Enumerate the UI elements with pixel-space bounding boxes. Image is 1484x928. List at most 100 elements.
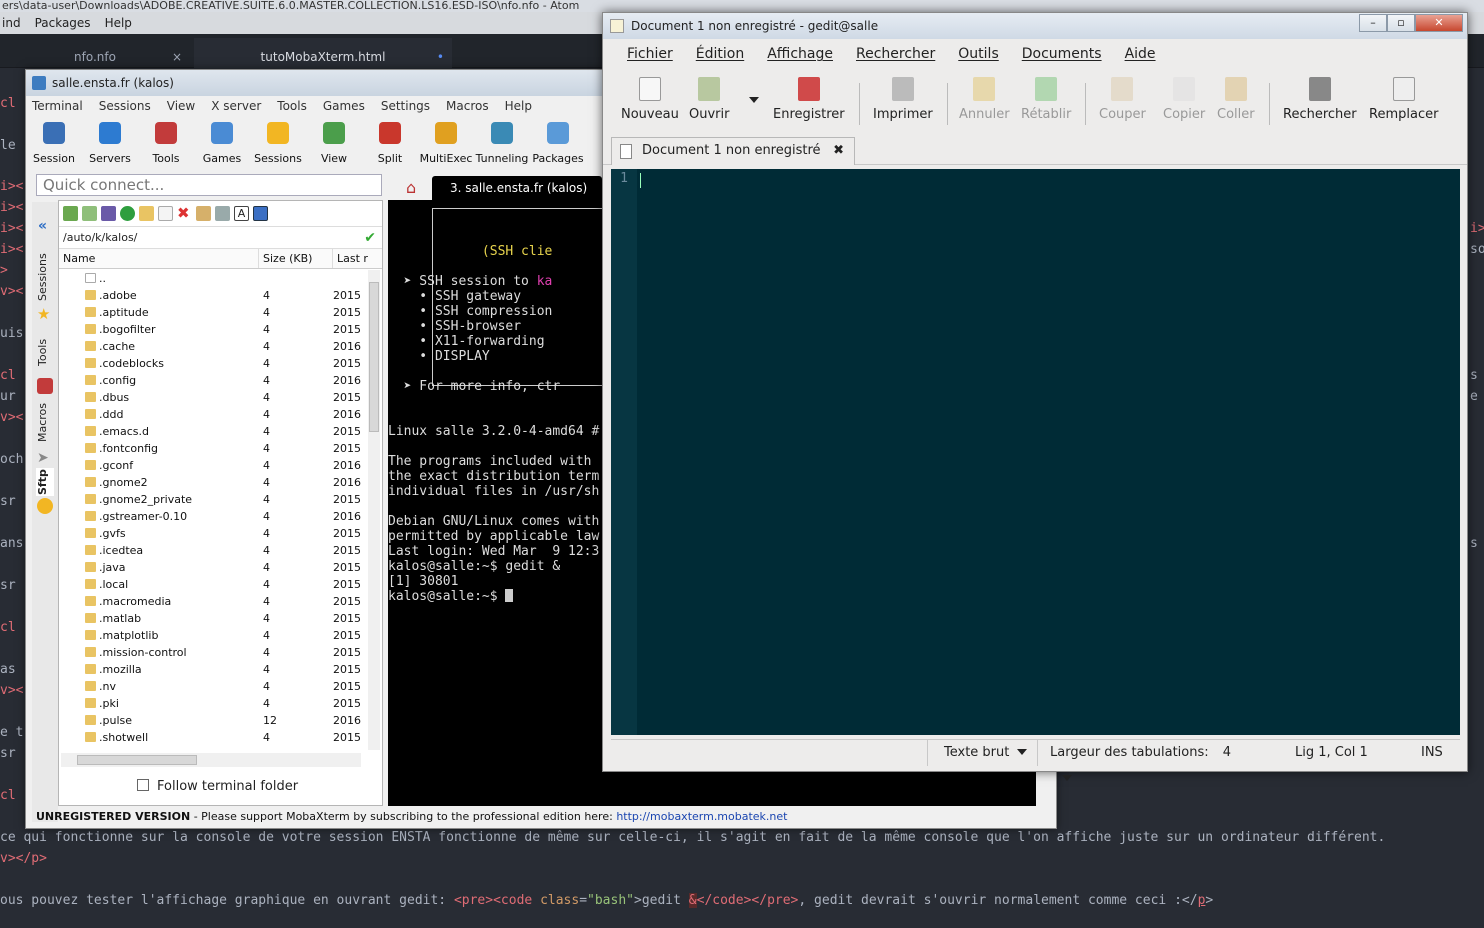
scroll-thumb[interactable] [77,755,197,765]
view-mode-icon[interactable] [253,206,268,221]
checkmark-icon[interactable]: ✔ [364,227,376,249]
table-row[interactable]: .config 4 2016 [59,372,369,389]
follow-terminal-folder[interactable]: Follow terminal folder [137,779,298,794]
table-row[interactable]: .gconf 4 2016 [59,457,369,474]
moba-menu-item[interactable]: Terminal [32,99,83,113]
open-dropdown-arrow-icon[interactable] [749,97,759,103]
col-date[interactable]: Last r [333,249,369,268]
quick-connect-input[interactable]: Quick connect... [36,174,382,196]
follow-checkbox[interactable] [137,779,149,791]
gedit-rétablir-button[interactable]: Rétablir [1021,77,1071,122]
moba-tool-tools-button[interactable]: Tools [138,118,194,172]
terminal-icon[interactable] [215,206,230,221]
settings-tool-icon[interactable] [196,206,211,221]
scroll-thumb[interactable] [369,282,379,432]
side-tab-sftp[interactable]: Sftp [36,468,54,496]
moba-menu-item[interactable]: Macros [446,99,489,113]
gedit-menu-item[interactable]: Rechercher [856,46,935,62]
moba-menu-item[interactable]: Help [505,99,532,113]
gedit-menu-item[interactable]: Édition [696,46,744,62]
table-row[interactable]: .gnome2 4 2016 [59,474,369,491]
mobaxterm-link[interactable]: http://mobaxterm.mobatek.net [616,810,787,823]
new-file-icon[interactable] [158,206,173,221]
side-tab-tools[interactable]: Tools [36,332,54,372]
close-icon[interactable]: ✖ [833,138,844,164]
table-row[interactable]: .mozilla 4 2015 [59,661,369,678]
atom-tab-nfo[interactable]: nfo.nfo × [0,38,190,68]
gedit-menu-item[interactable]: Outils [958,46,998,62]
gedit-ouvrir-button[interactable]: Ouvrir [689,77,729,122]
gedit-imprimer-button[interactable]: Imprimer [873,77,933,122]
moba-menu-item[interactable]: X server [211,99,261,113]
collapse-chevron-icon[interactable]: « [38,218,47,234]
table-row[interactable]: .icedtea 4 2015 [59,542,369,559]
table-row[interactable]: .bogofilter 4 2015 [59,321,369,338]
table-row[interactable]: .pki 4 2015 [59,695,369,712]
atom-menu-find[interactable]: ind [2,16,21,30]
table-row[interactable]: .gstreamer-0.10 4 2016 [59,508,369,525]
table-row[interactable]: .fontconfig 4 2015 [59,440,369,457]
moba-tool-multiexec-button[interactable]: MultiExec [418,118,474,172]
gedit-enregistrer-button[interactable]: Enregistrer [773,77,845,122]
side-tab-macros[interactable]: Macros [36,398,54,446]
sftp-vertical-scrollbar[interactable] [368,270,380,750]
table-row[interactable]: .gvfs 4 2015 [59,525,369,542]
table-row[interactable]: .aptitude 4 2015 [59,304,369,321]
delete-icon[interactable]: ✖ [177,206,192,221]
new-folder-icon[interactable] [139,206,154,221]
moba-tool-split-button[interactable]: Split [362,118,418,172]
refresh-icon[interactable] [120,206,135,221]
moba-menu-item[interactable]: Sessions [99,99,151,113]
document-tab[interactable]: Document 1 non enregistré ✖ [611,137,855,165]
gedit-menu-item[interactable]: Affichage [767,46,833,62]
table-row[interactable]: .ddd 4 2016 [59,406,369,423]
table-row[interactable]: .java 4 2015 [59,559,369,576]
atom-menu-packages[interactable]: Packages [35,16,91,30]
table-row[interactable]: .mission-control 4 2015 [59,644,369,661]
moba-menu-item[interactable]: View [167,99,195,113]
terminal-tab[interactable]: 3. salle.ensta.fr (kalos) [432,176,602,200]
text-mode-icon[interactable]: A [234,206,249,221]
parent-folder-icon[interactable] [63,206,78,221]
download-icon[interactable] [82,206,97,221]
sftp-path-bar[interactable]: /auto/k/kalos/ ✔ [59,227,382,249]
moba-tool-games-button[interactable]: Games [194,118,250,172]
moba-menu-item[interactable]: Settings [381,99,430,113]
gedit-copier-button[interactable]: Copier [1163,77,1205,122]
table-row[interactable]: .. [59,270,369,287]
moba-tool-sessions-button[interactable]: Sessions [250,118,306,172]
table-row[interactable]: .emacs.d 4 2015 [59,423,369,440]
gedit-menu-item[interactable]: Fichier [627,46,673,62]
moba-tool-tunneling-button[interactable]: Tunneling [474,118,530,172]
table-row[interactable]: .cache 4 2016 [59,338,369,355]
table-row[interactable]: .codeblocks 4 2015 [59,355,369,372]
close-button[interactable]: ✕ [1415,14,1463,32]
table-row[interactable]: .gnome2_private 4 2015 [59,491,369,508]
atom-menu-help[interactable]: Help [105,16,132,30]
table-row[interactable]: .dbus 4 2015 [59,389,369,406]
moba-tool-packages-button[interactable]: Packages [530,118,586,172]
sftp-horizontal-scrollbar[interactable] [61,753,361,767]
tab-width-selector[interactable]: Largeur des tabulations: 4 [1037,740,1253,781]
maximize-button[interactable]: ▫ [1387,14,1415,32]
gedit-menu-item[interactable]: Aide [1125,46,1156,62]
gedit-annuler-button[interactable]: Annuler [959,77,1010,122]
table-row[interactable]: .local 4 2015 [59,576,369,593]
gedit-rechercher-button[interactable]: Rechercher [1283,77,1357,122]
home-icon[interactable]: ⌂ [406,178,424,197]
table-row[interactable]: .matlab 4 2015 [59,610,369,627]
moba-menu-item[interactable]: Tools [277,99,307,113]
gedit-menu-item[interactable]: Documents [1022,46,1102,62]
table-row[interactable]: .shotwell 4 2015 [59,729,369,746]
table-row[interactable]: .nv 4 2015 [59,678,369,695]
moba-menu-item[interactable]: Games [323,99,365,113]
col-size[interactable]: Size (KB) [259,249,333,268]
gedit-text-area[interactable]: 1 [611,169,1460,735]
language-selector[interactable]: Texte brut [927,740,1037,766]
side-tab-sessions[interactable]: Sessions [36,252,54,302]
table-row[interactable]: .matplotlib 4 2015 [59,627,369,644]
moba-tool-view-button[interactable]: View [306,118,362,172]
gedit-title-bar[interactable]: Document 1 non enregistré - gedit@salle … [603,13,1467,39]
moba-tool-session-button[interactable]: Session [26,118,82,172]
table-row[interactable]: .pulse 12 2016 [59,712,369,729]
